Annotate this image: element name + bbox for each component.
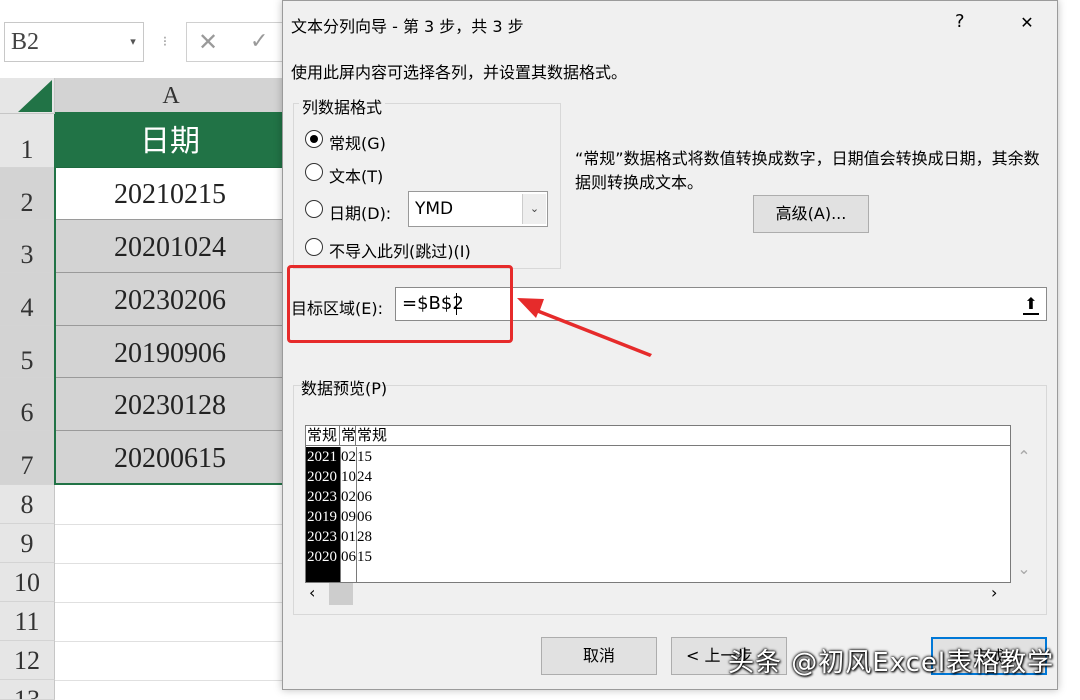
preview-cell: 15	[357, 549, 372, 565]
preview-col-header[interactable]: 常规	[306, 426, 340, 446]
name-box[interactable]: B2	[4, 22, 144, 62]
preview-cell: 2023	[307, 529, 337, 545]
name-box-dropdown-icon[interactable]: ▾	[124, 22, 142, 62]
preview-cell: 09	[341, 509, 356, 525]
column-header-a[interactable]: A	[55, 78, 285, 114]
column-format-legend: 列数据格式	[299, 94, 386, 118]
row-header[interactable]: 12	[0, 641, 55, 680]
radio-text[interactable]	[305, 163, 323, 181]
row-header[interactable]: 11	[0, 602, 55, 641]
date-format-select[interactable]: YMD ⌄	[408, 191, 548, 227]
row-header[interactable]: 13	[0, 680, 55, 700]
scroll-down-icon[interactable]: ⌄	[1013, 559, 1035, 581]
highlight-annotation	[287, 265, 513, 343]
preview-label: 数据预览(P)	[301, 379, 388, 398]
row-header[interactable]: 2	[0, 168, 55, 220]
advanced-button[interactable]: 高级(A)...	[753, 195, 869, 233]
preview-horizontal-scrollbar[interactable]: ‹ ›	[305, 583, 1011, 605]
cell[interactable]: 20190906	[55, 326, 285, 378]
enter-icon[interactable]: ✓	[250, 22, 274, 62]
preview-cell: 2020	[307, 549, 337, 565]
cancel-button[interactable]: 取消	[541, 637, 657, 675]
format-description: “常规”数据格式将数值转换成数字，日期值会转换成日期，其余数据则转换成文本。	[575, 149, 1040, 192]
cell-active[interactable]: 20210215	[55, 168, 285, 220]
close-icon[interactable]: ✕	[1009, 5, 1045, 41]
gridline	[55, 524, 285, 525]
radio-skip-label[interactable]: 不导入此列(跳过)(I)	[329, 238, 471, 262]
preview-cell: 15	[357, 449, 372, 465]
gridline	[55, 641, 285, 642]
text-to-columns-dialog: 文本分列向导 - 第 3 步，共 3 步 ? ✕ 使用此屏内容可选择各列，并设置…	[282, 0, 1058, 690]
row-header[interactable]: 1	[0, 114, 55, 168]
scroll-right-icon[interactable]: ›	[991, 583, 997, 602]
preview-cell: 02	[341, 449, 356, 465]
gridline	[55, 680, 285, 681]
preview-cell: 02	[341, 489, 356, 505]
preview-cell: 06	[357, 489, 372, 505]
preview-col-header[interactable]: 常规	[356, 426, 1010, 446]
preview-col-header[interactable]: 常	[340, 426, 356, 446]
date-format-value: YMD	[415, 199, 454, 219]
cancel-icon[interactable]: ✕	[198, 22, 222, 62]
radio-date[interactable]	[305, 200, 323, 218]
row-header[interactable]: 10	[0, 563, 55, 602]
selection-border	[54, 114, 56, 485]
watermark: 头条 @初风Excel表格教学	[728, 648, 1055, 678]
dialog-title: 文本分列向导 - 第 3 步，共 3 步	[291, 17, 524, 36]
column-header-label: A	[162, 83, 180, 109]
radio-text-label[interactable]: 文本(T)	[329, 163, 383, 187]
row-header[interactable]: 6	[0, 378, 55, 431]
preview-cell: 2020	[307, 469, 337, 485]
scroll-thumb[interactable]	[329, 583, 353, 605]
radio-date-label[interactable]: 日期(D):	[329, 200, 391, 224]
scroll-up-icon[interactable]: ⌃	[1013, 447, 1035, 469]
preview-cell: 28	[357, 529, 372, 545]
preview-cell: 06	[357, 509, 372, 525]
radio-general[interactable]	[305, 130, 323, 148]
scroll-left-icon[interactable]: ‹	[309, 583, 315, 602]
cell[interactable]: 20201024	[55, 220, 285, 273]
cell[interactable]: 20230128	[55, 378, 285, 431]
preview-cell: 24	[357, 469, 372, 485]
radio-general-label[interactable]: 常规(G)	[329, 130, 386, 154]
data-preview[interactable]: 常规 常 常规 2021 2020 2023 2019 2023 2020 02…	[305, 425, 1011, 583]
cell[interactable]: 20230206	[55, 273, 285, 326]
row-header[interactable]: 9	[0, 524, 55, 563]
preview-vertical-scrollbar[interactable]: ⌃ ⌄	[1013, 447, 1035, 583]
gridline	[55, 563, 285, 564]
row-header[interactable]: 3	[0, 220, 55, 273]
row-header[interactable]: 5	[0, 326, 55, 378]
collapse-dialog-icon[interactable]: ⬆	[1018, 290, 1044, 318]
cell-header-date[interactable]: 日期	[55, 114, 285, 168]
dialog-instruction: 使用此屏内容可选择各列，并设置其数据格式。	[291, 63, 628, 82]
preview-cell: 2021	[307, 449, 337, 465]
select-all-icon	[18, 80, 52, 112]
cell[interactable]: 20200615	[55, 431, 285, 485]
row-header[interactable]: 8	[0, 485, 55, 524]
preview-cell: 2019	[307, 509, 337, 525]
chevron-down-icon[interactable]: ⌄	[522, 194, 546, 224]
gridline	[55, 602, 285, 603]
preview-cell: 10	[341, 469, 356, 485]
radio-skip[interactable]	[305, 238, 323, 256]
preview-cell: 01	[341, 529, 356, 545]
row-header[interactable]: 7	[0, 431, 55, 485]
help-icon[interactable]: ?	[955, 11, 965, 32]
preview-cell: 06	[341, 549, 356, 565]
preview-cell: 2023	[307, 489, 337, 505]
formula-bar-separator: ⁝	[162, 34, 168, 50]
row-header[interactable]: 4	[0, 273, 55, 326]
